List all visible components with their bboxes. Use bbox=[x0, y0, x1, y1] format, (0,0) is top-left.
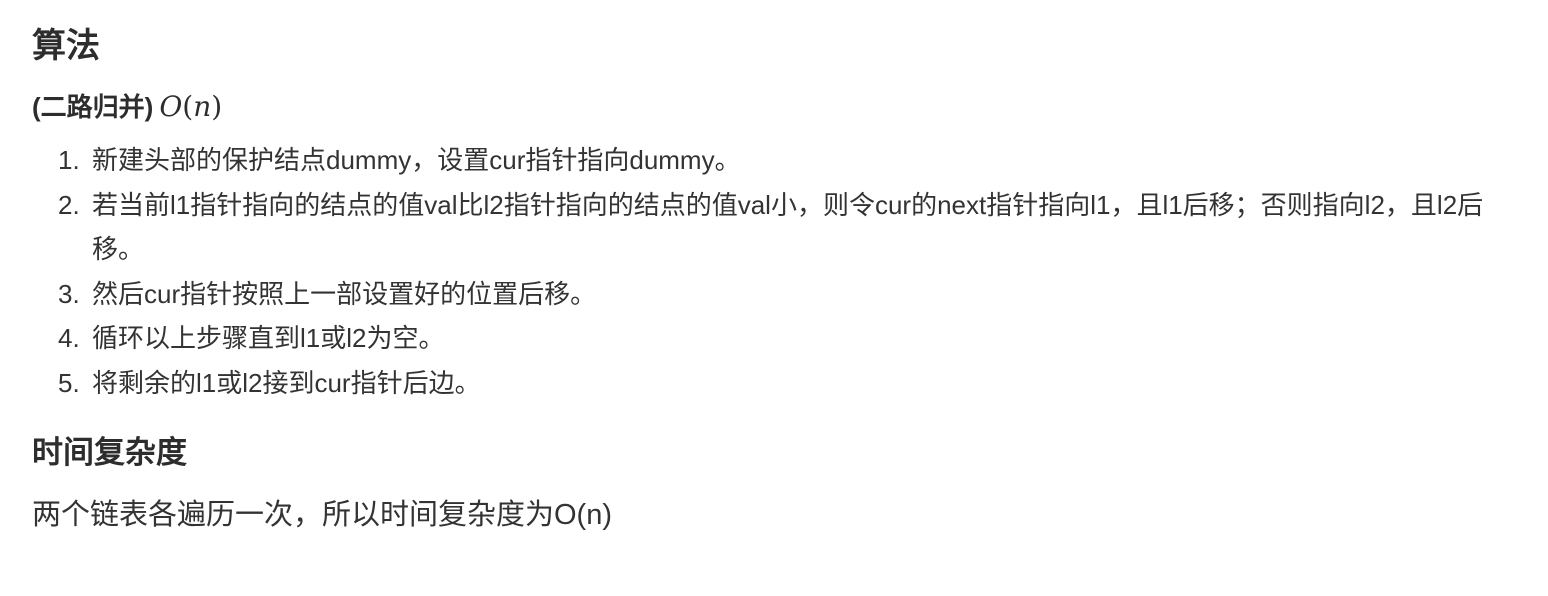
time-complexity-heading: 时间复杂度 bbox=[32, 435, 187, 470]
step-text: 循环以上步骤直到l1或l2为空。 bbox=[92, 323, 445, 353]
step-number: 3. bbox=[58, 278, 80, 309]
method-title: (二路归并) bbox=[32, 92, 154, 122]
time-complexity-text: 两个链表各遍历一次，所以时间复杂度为O(n) bbox=[32, 499, 613, 531]
list-item: 4. 循环以上步骤直到l1或l2为空。 bbox=[32, 316, 1512, 361]
step-text: 然后cur指针按照上一部设置好的位置后移。 bbox=[92, 278, 597, 309]
step-text: 将剩余的l1或l2接到cur指针后边。 bbox=[92, 367, 481, 398]
step-number: 5. bbox=[58, 367, 80, 398]
steps-list: 1. 新建头部的保护结点dummy，设置cur指针指向dummy。 2. 若当前… bbox=[32, 138, 1512, 405]
step-number: 1. bbox=[58, 145, 80, 175]
list-item: 5. 将剩余的l1或l2接到cur指针后边。 bbox=[32, 361, 1512, 406]
step-text: 若当前l1指针指向的结点的值val比l2指针指向的结点的值val小，则令cur的… bbox=[92, 189, 1484, 265]
complexity-fn: O bbox=[159, 90, 183, 123]
step-text: 新建头部的保护结点dummy，设置cur指针指向dummy。 bbox=[92, 145, 741, 175]
list-item: 1. 新建头部的保护结点dummy，设置cur指针指向dummy。 bbox=[32, 138, 1512, 183]
list-item: 2. 若当前l1指针指向的结点的值val比l2指针指向的结点的值val小，则令c… bbox=[32, 183, 1512, 272]
complexity-close-paren: ) bbox=[211, 90, 223, 123]
step-number: 4. bbox=[58, 323, 80, 353]
complexity-var: n bbox=[193, 90, 212, 123]
complexity-open-paren: ( bbox=[182, 90, 194, 123]
step-number: 2. bbox=[58, 189, 80, 220]
complexity-formula: O(n) bbox=[159, 90, 222, 123]
list-item: 3. 然后cur指针按照上一部设置好的位置后移。 bbox=[32, 272, 1512, 317]
algorithm-heading: 算法 bbox=[32, 27, 100, 65]
method-subheading: (二路归并) O(n) bbox=[32, 88, 1548, 126]
document-page: 算法 (二路归并) O(n) 1. 新建头部的保护结点dummy，设置cur指针指… bbox=[0, 0, 1548, 596]
